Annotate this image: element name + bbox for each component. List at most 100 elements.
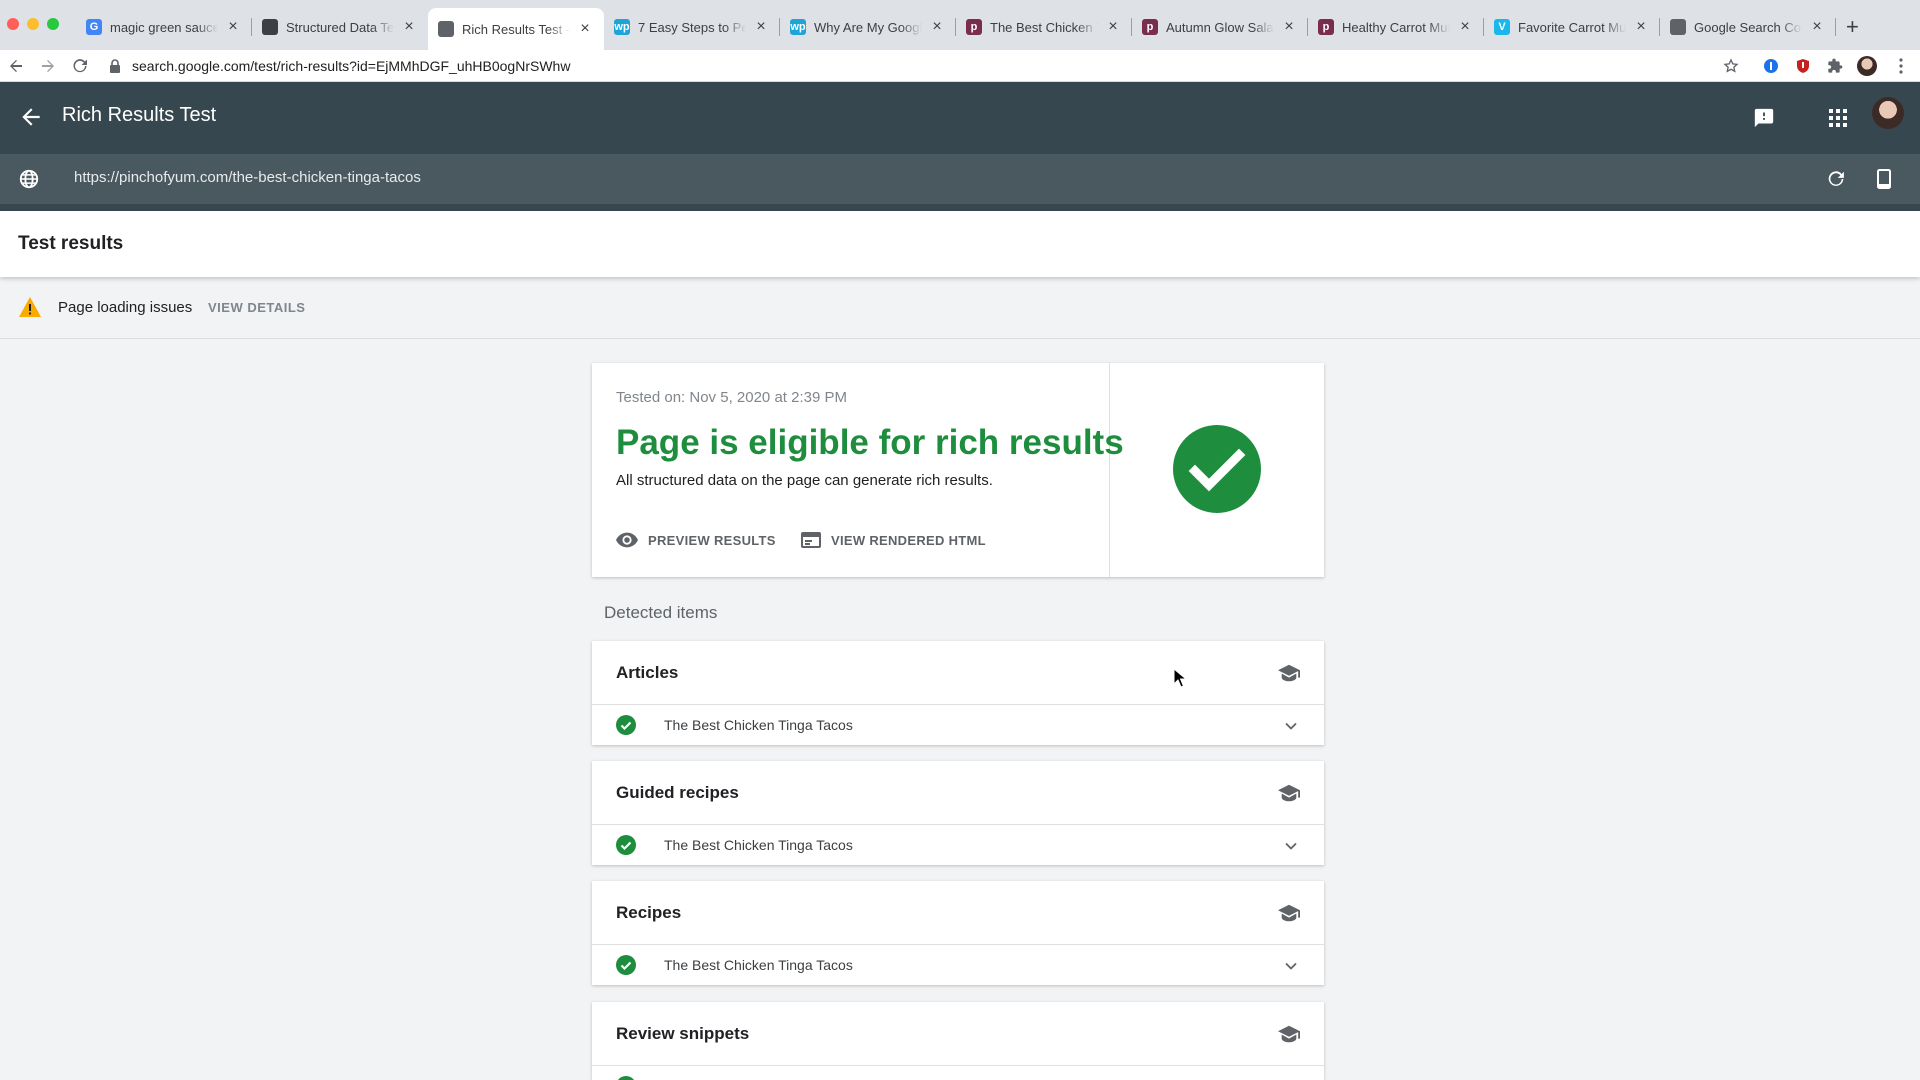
browser-back-button[interactable] xyxy=(4,54,28,78)
mouse-cursor-icon xyxy=(1173,668,1187,688)
close-tab-icon[interactable]: × xyxy=(1456,18,1474,36)
pinch-of-yum-icon: p xyxy=(1318,19,1334,35)
maximize-window-button[interactable] xyxy=(47,18,59,30)
wp-icon: wp xyxy=(614,19,630,35)
address-bar[interactable]: search.google.com/test/rich-results?id=E… xyxy=(108,53,1728,79)
ublock-icon xyxy=(1797,59,1809,73)
browser-toolbar: search.google.com/test/rich-results?id=E… xyxy=(0,50,1920,82)
browser-tab-strip: Gmagic green sauce×Structured Data Testi… xyxy=(0,0,1920,50)
tested-url[interactable]: https://pinchofyum.com/the-best-chicken-… xyxy=(74,169,421,186)
browser-tab[interactable]: Gmagic green sauce × xyxy=(76,8,252,46)
close-tab-icon[interactable]: × xyxy=(1808,18,1826,36)
check-circle-icon xyxy=(616,835,636,855)
graduation-cap-icon[interactable] xyxy=(1278,1024,1300,1044)
browser-tab[interactable]: p The Best Chicken Tinga × xyxy=(956,8,1132,46)
close-tab-icon[interactable]: × xyxy=(400,18,418,36)
vimeo-icon: V xyxy=(1494,19,1510,35)
card-header[interactable]: Guided recipes xyxy=(592,761,1324,825)
window-controls xyxy=(7,18,59,30)
graduation-cap-icon[interactable] xyxy=(1278,903,1300,923)
chevron-down-icon[interactable] xyxy=(1284,959,1298,973)
list-item[interactable]: The Best Chicken Tinga Tacos xyxy=(592,825,1324,865)
card-title: Articles xyxy=(616,663,679,682)
tab-title: Healthy Carrot Muffins xyxy=(1342,19,1450,35)
detected-items-label: Detected items xyxy=(604,603,718,622)
refresh-icon xyxy=(1828,171,1844,186)
globe-icon xyxy=(19,169,39,189)
card-title: Recipes xyxy=(616,903,682,922)
tab-title: Autumn Glow Salad xyxy=(1166,19,1274,35)
close-tab-icon[interactable]: × xyxy=(576,20,594,38)
close-tab-icon[interactable]: × xyxy=(928,18,946,36)
google-icon: G xyxy=(86,19,102,35)
browser-tab[interactable]: Structured Data Testing Tool × xyxy=(252,8,428,46)
card-header[interactable]: Recipes xyxy=(592,881,1324,945)
check-circle-icon xyxy=(616,955,636,975)
close-tab-icon[interactable]: × xyxy=(752,18,770,36)
card-header[interactable]: Review snippets xyxy=(592,1002,1324,1066)
tab-title: Structured Data Testing Tool xyxy=(286,19,394,35)
close-tab-icon[interactable]: × xyxy=(1280,18,1298,36)
avatar xyxy=(1857,56,1877,76)
account-avatar[interactable] xyxy=(1872,97,1904,129)
bookmark-star-button[interactable] xyxy=(1720,55,1742,77)
search-console-icon xyxy=(1670,19,1686,35)
feedback-icon xyxy=(1754,108,1774,128)
wp-icon: wp xyxy=(790,19,806,35)
browser-tabs: Gmagic green sauce×Structured Data Testi… xyxy=(76,8,1836,50)
chevron-down-icon[interactable] xyxy=(1284,719,1298,733)
device-toggle-button[interactable] xyxy=(1872,167,1896,191)
browser-menu-button[interactable] xyxy=(1890,55,1912,77)
close-tab-icon[interactable]: × xyxy=(1632,18,1650,36)
new-tab-button[interactable]: + xyxy=(1846,14,1859,40)
list-item[interactable]: The Best Chicken Tinga Tacos xyxy=(592,945,1324,985)
password-extension-button[interactable] xyxy=(1760,55,1782,77)
adblock-extension-button[interactable] xyxy=(1792,55,1814,77)
preview-results-button[interactable]: PREVIEW RESULTS xyxy=(616,532,776,548)
lock-icon xyxy=(110,59,120,73)
profile-button[interactable] xyxy=(1856,55,1878,77)
close-tab-icon[interactable]: × xyxy=(1104,18,1122,36)
browser-tab[interactable]: p Healthy Carrot Muffins × xyxy=(1308,8,1484,46)
card-title: Review snippets xyxy=(616,1024,750,1043)
graduation-cap-icon[interactable] xyxy=(1278,783,1300,803)
extensions-button[interactable] xyxy=(1824,55,1846,77)
graduation-cap-icon[interactable] xyxy=(1278,663,1300,683)
browser-tab[interactable]: V Favorite Carrot Muffins × xyxy=(1484,8,1660,46)
item-name: The Best Chicken Tinga Tacos xyxy=(664,837,853,853)
arrow-left-icon xyxy=(10,60,22,72)
browser-forward-button[interactable] xyxy=(36,54,60,78)
onepassword-icon xyxy=(1764,59,1778,73)
browser-tab[interactable]: Google Search Console × xyxy=(1660,8,1836,46)
detected-item-card: Articles The Best Chicken Tinga Tacos xyxy=(592,641,1324,745)
address-text: search.google.com/test/rich-results?id=E… xyxy=(132,58,571,74)
browser-tab[interactable]: Rich Results Test - Google × xyxy=(428,8,604,50)
browser-tab[interactable]: wp Why Are My Google Rich × xyxy=(780,8,956,46)
item-name: The Best Chicken Tinga Tacos xyxy=(664,717,853,733)
view-details-link[interactable]: VIEW DETAILS xyxy=(208,300,305,315)
list-item[interactable] xyxy=(592,1066,1324,1080)
retest-button[interactable] xyxy=(1824,167,1848,191)
back-arrow-icon[interactable] xyxy=(18,104,44,130)
reload-button[interactable] xyxy=(68,54,92,78)
chevron-down-icon[interactable] xyxy=(1284,839,1298,853)
results-bar: Test results xyxy=(0,211,1920,277)
detected-item-card: Recipes The Best Chicken Tinga Tacos xyxy=(592,881,1324,985)
tab-title: Favorite Carrot Muffins xyxy=(1518,19,1626,35)
browser-tab[interactable]: p Autumn Glow Salad × xyxy=(1132,8,1308,46)
list-item[interactable]: The Best Chicken Tinga Tacos xyxy=(592,705,1324,745)
tab-separator xyxy=(1835,18,1836,36)
tab-title: Why Are My Google Rich xyxy=(814,19,922,35)
close-window-button[interactable] xyxy=(7,18,19,30)
feedback-button[interactable] xyxy=(1750,104,1778,132)
tab-title: Rich Results Test - Google xyxy=(462,21,570,37)
close-tab-icon[interactable]: × xyxy=(224,18,242,36)
minimize-window-button[interactable] xyxy=(27,18,39,30)
globe-icon xyxy=(262,19,278,35)
card-header[interactable]: Articles xyxy=(592,641,1324,705)
browser-tab[interactable]: wp 7 Easy Steps to Perfect × xyxy=(604,8,780,46)
apps-button[interactable] xyxy=(1824,104,1852,132)
reload-icon xyxy=(73,59,87,73)
tab-title: 7 Easy Steps to Perfect xyxy=(638,19,746,35)
view-rendered-html-button[interactable]: VIEW RENDERED HTML xyxy=(801,532,986,548)
